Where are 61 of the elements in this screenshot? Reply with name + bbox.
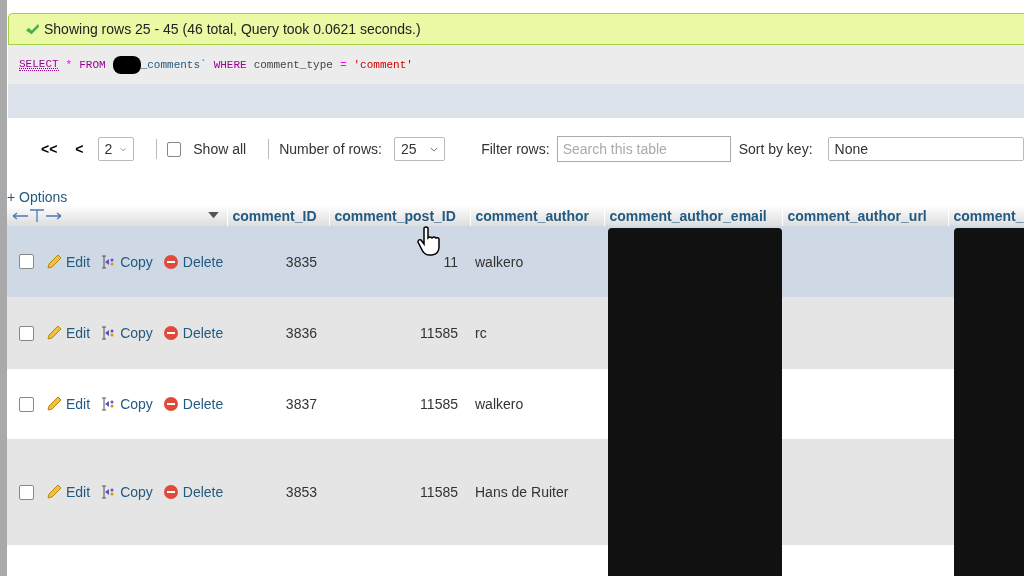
delete-link[interactable]: Delete [162,484,224,500]
row-checkbox[interactable] [19,484,34,500]
sql-token: comment_type [253,58,333,71]
table-cell: 11585 [420,325,458,341]
search-field[interactable]: Search this table [556,136,731,162]
sort-label: Sort by key: [738,141,813,157]
delete-icon [162,325,179,341]
edit-link[interactable]: Edit [46,253,91,270]
page-select[interactable]: 2 [97,137,134,161]
edit-link[interactable]: Edit [46,325,91,341]
sql-token: = [339,58,347,71]
row-checkbox[interactable] [19,325,34,341]
row-checkbox[interactable] [19,396,34,412]
show-all-label: Show all [193,141,247,157]
rows-label: Number of rows: [279,141,382,157]
pencil-icon [46,396,62,412]
pencil-icon [46,484,62,500]
table-cell: 3836 [285,325,317,341]
table-cell: walkero [475,396,524,412]
copy-link[interactable]: Copy [100,484,153,500]
sql-token: SELECT [19,58,59,71]
table-cell: Hans de Ruiter [475,484,569,500]
message-text: Showing rows 25 - 45 (46 total, Query took 0.0621 seconds.) [44,21,421,37]
table-cell: 3835 [285,253,317,270]
delete-icon [162,396,179,412]
table-cell: walkero [475,253,524,270]
rows-select[interactable]: 25 [393,137,446,161]
delete-link[interactable]: Delete [162,253,224,270]
first-page-button[interactable]: << [37,141,62,157]
row-checkbox[interactable] [19,254,34,269]
sql-token: * [65,58,73,71]
delete-icon [162,253,179,270]
delete-link[interactable]: Delete [162,396,224,412]
edit-link[interactable]: Edit [46,484,91,500]
options-link[interactable]: + Options [7,189,1024,205]
pencil-icon [46,325,62,341]
sql-token: 'comment' [353,58,413,71]
chevron-down-icon [430,146,439,152]
dropdown-icon[interactable] [207,212,219,219]
copy-link[interactable]: Copy [100,253,153,270]
table-cell: 11 [443,253,458,270]
sql-token: WHERE [213,58,247,71]
table-cell: 11585 [420,396,458,412]
edit-link[interactable]: Edit [46,396,91,412]
redaction-mark [112,55,141,74]
table-cell: 3853 [285,484,317,500]
column-resize-icon[interactable] [12,208,62,223]
table-cell: rc [475,325,487,341]
delete-icon [162,484,179,500]
copy-link[interactable]: Copy [100,325,153,341]
copy-link[interactable]: Copy [100,396,153,412]
table-cell: 11585 [420,484,458,500]
previous-page-button[interactable]: < [71,141,88,157]
sql-token: _comments` [140,58,207,71]
sort-select[interactable]: None [827,137,1024,161]
delete-link[interactable]: Delete [162,325,224,341]
table-cell: 3837 [285,396,317,412]
show-all-checkbox[interactable] [166,141,182,157]
chevron-down-icon [120,146,127,152]
filter-label: Filter rows: [481,141,550,157]
sql-token: FROM [79,58,106,71]
